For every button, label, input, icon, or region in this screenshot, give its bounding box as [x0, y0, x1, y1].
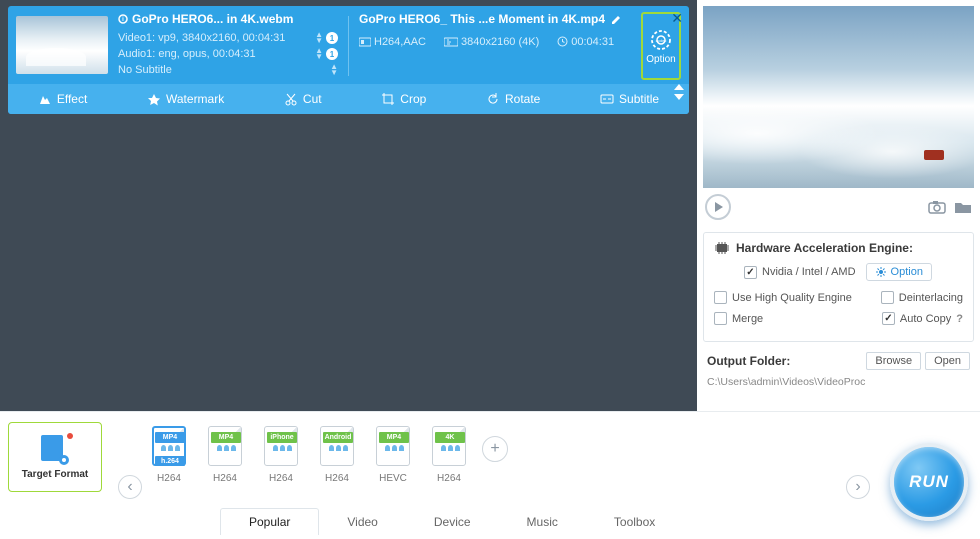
- tab-toolbox[interactable]: Toolbox: [586, 508, 683, 535]
- subtitle-button[interactable]: Subtitle: [592, 92, 667, 106]
- dest-duration: 00:04:31: [557, 36, 614, 48]
- format-preset-0[interactable]: MP4h.264H264: [150, 426, 188, 484]
- autocopy-checkbox[interactable]: Auto Copy ?: [882, 312, 963, 325]
- format-prev-button[interactable]: ‹: [118, 475, 142, 499]
- codec-gear-icon: codec: [649, 28, 673, 52]
- hq-engine-checkbox[interactable]: Use High Quality Engine: [714, 291, 852, 304]
- svg-text:codec: codec: [656, 38, 667, 43]
- play-button[interactable]: [705, 194, 731, 220]
- deinterlacing-checkbox[interactable]: Deinterlacing: [881, 291, 963, 304]
- format-preset-5[interactable]: 4KH264: [430, 426, 468, 484]
- output-folder-label: Output Folder:: [707, 354, 790, 368]
- format-add-button[interactable]: +: [482, 436, 508, 462]
- gear-icon: [875, 266, 887, 278]
- tab-device[interactable]: Device: [406, 508, 499, 535]
- close-icon[interactable]: ✕: [671, 10, 683, 27]
- tab-music[interactable]: Music: [499, 508, 586, 535]
- target-format-button[interactable]: Target Format: [8, 422, 102, 492]
- rotate-button[interactable]: Rotate: [478, 92, 548, 106]
- cut-button[interactable]: Cut: [276, 92, 330, 106]
- audio-track-info: Audio1: eng, opus, 00:04:31: [118, 48, 256, 60]
- subtitle-selector[interactable]: ▲▼: [330, 64, 338, 76]
- dest-codec: H264,AAC: [359, 36, 426, 48]
- video-thumbnail: [16, 16, 108, 74]
- hw-accel-title: Hardware Acceleration Engine:: [714, 241, 963, 255]
- file-list-panel: ✕ i GoPro HERO6... in 4K.webm Video1: vp…: [0, 0, 697, 411]
- video-track-selector[interactable]: ▲▼1: [315, 32, 338, 44]
- watermark-button[interactable]: Watermark: [139, 92, 232, 106]
- dest-title: GoPro HERO6_ This ...e Moment in 4K.mp4: [359, 12, 631, 26]
- open-button[interactable]: Open: [925, 352, 970, 370]
- browse-button[interactable]: Browse: [866, 352, 921, 370]
- preview-panel: Hardware Acceleration Engine: Nvidia / I…: [697, 0, 980, 411]
- preview-video: [703, 6, 974, 188]
- subtitle-info: No Subtitle: [118, 64, 172, 76]
- snapshot-folder-icon[interactable]: [954, 200, 972, 214]
- output-folder-path: C:\Users\admin\Videos\VideoProc: [707, 376, 970, 388]
- file-item[interactable]: ✕ i GoPro HERO6... in 4K.webm Video1: vp…: [8, 6, 689, 114]
- tab-popular[interactable]: Popular: [220, 508, 319, 535]
- format-preset-3[interactable]: AndroidH264: [318, 426, 356, 484]
- source-title: i GoPro HERO6... in 4K.webm: [118, 12, 338, 26]
- hw-chip-checkbox[interactable]: Nvidia / Intel / AMD: [744, 266, 856, 279]
- edit-tools-row: Effect Watermark Cut Crop Rotate Subtitl…: [8, 84, 689, 114]
- format-preset-4[interactable]: MP4HEVC: [374, 426, 412, 484]
- format-bar: Target Format ‹ MP4h.264H264 MP4H264 iPhon…: [0, 411, 980, 539]
- audio-track-selector[interactable]: ▲▼1: [315, 48, 338, 60]
- snapshot-icon[interactable]: [928, 200, 946, 214]
- svg-text:i: i: [122, 17, 124, 23]
- move-down-icon[interactable]: [674, 94, 684, 100]
- format-preset-1[interactable]: MP4H264: [206, 426, 244, 484]
- effect-button[interactable]: Effect: [30, 92, 95, 106]
- hw-option-button[interactable]: Option: [866, 263, 932, 281]
- edit-icon[interactable]: [611, 14, 622, 25]
- run-button[interactable]: RUN: [890, 443, 968, 521]
- chip-icon: [714, 242, 730, 254]
- video-track-info: Video1: vp9, 3840x2160, 00:04:31: [118, 32, 285, 44]
- merge-checkbox[interactable]: Merge: [714, 312, 763, 325]
- target-format-icon: [41, 435, 69, 465]
- move-up-icon[interactable]: [674, 84, 684, 90]
- format-preset-2[interactable]: iPhoneH264: [262, 426, 300, 484]
- crop-button[interactable]: Crop: [373, 92, 434, 106]
- format-next-button[interactable]: ›: [846, 475, 870, 499]
- dest-resolution: 3840x2160 (4K): [444, 36, 539, 48]
- tab-video[interactable]: Video: [319, 508, 405, 535]
